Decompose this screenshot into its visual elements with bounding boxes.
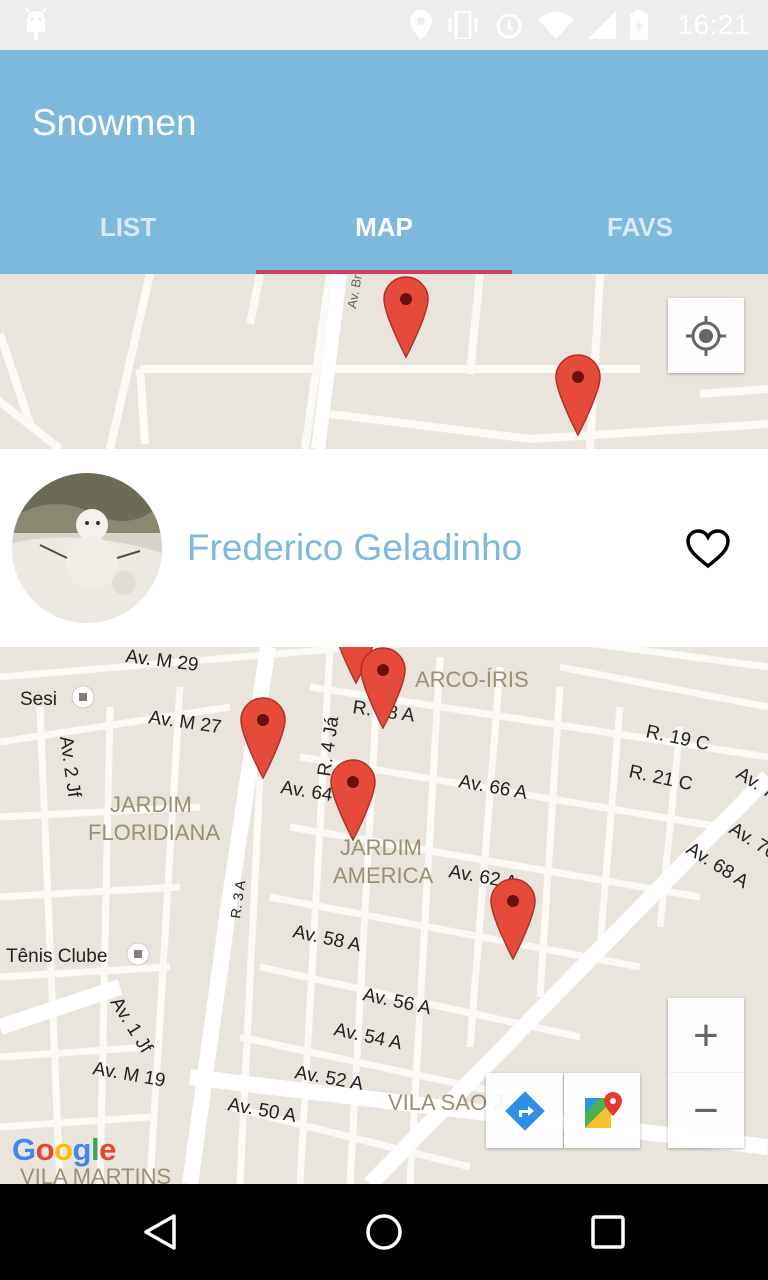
map-label: Av. M 29 <box>124 647 199 676</box>
heart-outline-icon[interactable] <box>686 529 730 569</box>
location-icon <box>410 10 432 40</box>
directions-button[interactable] <box>486 1073 563 1148</box>
map-view[interactable]: Av. Br <box>0 274 768 449</box>
map-pin[interactable] <box>490 878 536 960</box>
android-icon <box>25 8 47 40</box>
map-label: Av. 58 A <box>291 921 363 956</box>
app-bar: Snowmen LIST MAP FAVS <box>0 50 768 274</box>
map-pin[interactable] <box>555 354 601 436</box>
map-label: Av. 66 A <box>457 771 529 804</box>
map-label: FLORIDIANA <box>88 820 220 845</box>
snowman-card[interactable]: Frederico Geladinho <box>0 449 768 647</box>
map-label: Sesi <box>20 689 57 710</box>
home-icon[interactable] <box>364 1212 404 1252</box>
map-pin[interactable] <box>240 697 286 779</box>
tab-favs[interactable]: FAVS <box>512 197 768 274</box>
map-pin[interactable] <box>330 759 376 841</box>
alarm-icon <box>496 13 522 39</box>
poi-marker <box>126 942 150 966</box>
map-label: Tênis Clube <box>6 946 107 967</box>
map-label: Av. 54 A <box>332 1019 404 1054</box>
map-label: Av. 2 Jf <box>55 735 84 800</box>
open-in-maps-button[interactable] <box>564 1073 640 1148</box>
tab-map[interactable]: MAP <box>256 197 512 274</box>
my-location-button[interactable] <box>668 298 744 373</box>
map-pin[interactable] <box>360 647 406 729</box>
map-pin[interactable] <box>383 276 429 358</box>
poi-marker <box>71 685 95 709</box>
map-label: Av. 64 <box>279 777 334 806</box>
directions-icon <box>504 1090 545 1131</box>
status-bar: 16:21 <box>0 0 768 50</box>
avatar <box>12 473 162 623</box>
map-label: Av. 50 A <box>226 1094 298 1127</box>
map-label: Av. Br <box>344 274 365 310</box>
navigation-bar <box>0 1184 768 1280</box>
vibrate-icon <box>448 11 478 39</box>
clock: 16:21 <box>677 9 750 40</box>
tab-bar: LIST MAP FAVS <box>0 197 768 274</box>
map-label: JARDIM <box>110 792 192 817</box>
google-maps-icon <box>585 1091 622 1128</box>
map-label: R. 21 C <box>627 761 694 795</box>
zoom-in-button[interactable]: + <box>668 998 744 1074</box>
map-label: AMERICA <box>333 863 434 888</box>
back-icon[interactable] <box>140 1212 180 1252</box>
google-logo: Google <box>12 1132 116 1167</box>
map-label: Av. 70 <box>725 818 768 863</box>
battery-icon <box>630 10 648 40</box>
zoom-out-button[interactable]: − <box>668 1073 744 1148</box>
map-label: ARCO-ÍRIS <box>415 667 529 692</box>
signal-icon <box>588 11 616 39</box>
my-location-icon <box>686 315 726 356</box>
recents-icon[interactable] <box>590 1214 626 1250</box>
tab-list[interactable]: LIST <box>0 197 256 274</box>
app-title: Snowmen <box>32 102 197 143</box>
wifi-icon <box>538 12 574 39</box>
map-view[interactable]: Av. M 29 Sesi Av. M 27 R. 68 A R. 4 Já R… <box>0 647 768 1184</box>
snowman-name: Frederico Geladinho <box>187 527 523 568</box>
map-label: Av. 68 A <box>682 838 752 893</box>
